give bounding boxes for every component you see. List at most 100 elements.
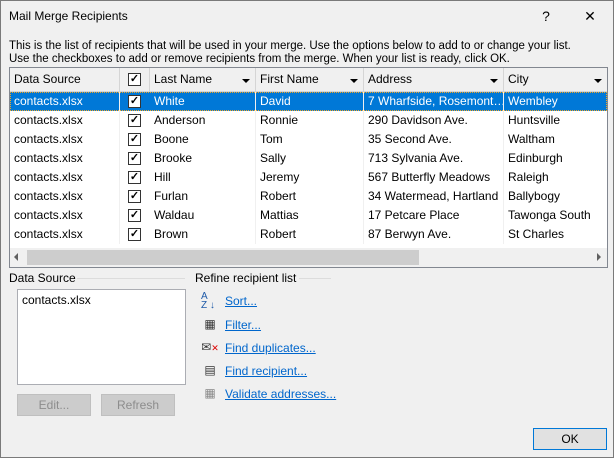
sort-link[interactable]: Sort... [225, 294, 257, 308]
find-duplicates-icon: ✉✕ [201, 340, 219, 354]
column-header-data-source[interactable]: Data Source [10, 68, 120, 92]
intro-line-2: Use the checkboxes to add or remove reci… [9, 53, 510, 65]
divider [77, 278, 185, 279]
cell-source: contacts.xlsx [10, 168, 120, 187]
column-header-select-all[interactable]: ✓ [120, 68, 150, 92]
table-row[interactable]: contacts.xlsx Brooke Sally 713 Sylvania Ave… [10, 149, 607, 168]
column-header-city[interactable]: City [504, 68, 607, 92]
horizontal-scrollbar[interactable] [10, 248, 607, 267]
cell-address: 567 Butterfly Meadows [364, 168, 504, 187]
find-recipient-icon: ▤ [204, 363, 216, 377]
table-row[interactable]: contacts.xlsx Waldau Mattias 17 Petcare Pla… [10, 206, 607, 225]
cell-city: St Charles [504, 225, 607, 244]
cell-source: contacts.xlsx [10, 149, 120, 168]
include-checkbox[interactable]: ✓ [128, 171, 141, 184]
cell-city: Tawonga South [504, 206, 607, 225]
dropdown-arrow-icon[interactable] [594, 79, 602, 83]
scroll-left-icon[interactable] [14, 253, 18, 261]
cell-source: contacts.xlsx [10, 187, 120, 206]
data-source-item[interactable]: contacts.xlsx [22, 293, 181, 307]
cell-first: Mattias [256, 206, 364, 225]
ok-button[interactable]: OK [533, 428, 607, 450]
cell-last: Boone [150, 130, 256, 149]
dropdown-arrow-icon[interactable] [242, 79, 250, 83]
include-checkbox[interactable]: ✓ [128, 133, 141, 146]
cell-last: Brooke [150, 149, 256, 168]
table-row[interactable]: contacts.xlsx Furlan Robert 34 Watermead, H… [10, 187, 607, 206]
sort-az-icon: AZ ↓ [201, 291, 215, 311]
edit-button[interactable]: Edit... [17, 394, 91, 416]
cell-last: Hill [150, 168, 256, 187]
table-row[interactable]: contacts.xlsx Boone Tom 35 Second Ave. Walth… [10, 130, 607, 149]
scrollbar-thumb[interactable] [27, 250, 419, 265]
intro-text: This is the list of recipients that will… [9, 40, 571, 66]
cell-first: David [256, 92, 364, 111]
header-label: Last Name [154, 72, 213, 86]
divider [299, 278, 331, 279]
data-source-group-label: Data Source [9, 271, 76, 285]
cell-address: 35 Second Ave. [364, 130, 504, 149]
cell-source: contacts.xlsx [10, 130, 120, 149]
cell-city: Edinburgh [504, 149, 607, 168]
cell-source: contacts.xlsx [10, 225, 120, 244]
window-title: Mail Merge Recipients [9, 9, 128, 23]
cell-source: contacts.xlsx [10, 92, 120, 111]
table-row[interactable]: contacts.xlsx Brown Robert 87 Berwyn Ave. St… [10, 225, 607, 244]
recipient-list[interactable]: Data Source ✓ Last Name First Name Addre… [9, 67, 608, 268]
help-button[interactable]: ? [526, 3, 566, 29]
refine-group-label: Refine recipient list [195, 271, 297, 285]
include-checkbox[interactable]: ✓ [128, 228, 141, 241]
cell-address: 7 Wharfside, Rosemont… [364, 92, 504, 111]
cell-last: Furlan [150, 187, 256, 206]
cell-city: Raleigh [504, 168, 607, 187]
cell-first: Robert [256, 225, 364, 244]
header-label: First Name [260, 72, 319, 86]
header-label: Data Source [14, 72, 81, 86]
close-button[interactable]: ✕ [570, 3, 610, 29]
cell-first: Sally [256, 149, 364, 168]
column-header-first-name[interactable]: First Name [256, 68, 364, 92]
select-all-checkbox[interactable]: ✓ [128, 73, 141, 86]
include-checkbox[interactable]: ✓ [128, 209, 141, 222]
find-recipient-link[interactable]: Find recipient... [225, 364, 307, 378]
table-row[interactable]: contacts.xlsx Anderson Ronnie 290 Davidson … [10, 111, 607, 130]
filter-link[interactable]: Filter... [225, 318, 261, 332]
column-header-last-name[interactable]: Last Name [150, 68, 256, 92]
include-checkbox[interactable]: ✓ [128, 95, 141, 108]
table-row[interactable]: contacts.xlsx Hill Jeremy 567 Butterfly Mea… [10, 168, 607, 187]
cell-source: contacts.xlsx [10, 206, 120, 225]
header-label: Address [368, 72, 413, 86]
cell-last: Anderson [150, 111, 256, 130]
dropdown-arrow-icon[interactable] [490, 79, 498, 83]
cell-city: Huntsville [504, 111, 607, 130]
scroll-right-icon[interactable] [597, 253, 601, 261]
cell-address: 713 Sylvania Ave. [364, 149, 504, 168]
cell-address: 17 Petcare Place [364, 206, 504, 225]
cell-first: Ronnie [256, 111, 364, 130]
cell-last: Brown [150, 225, 256, 244]
validate-addresses-icon: ▦ [204, 386, 216, 400]
cell-city: Waltham [504, 130, 607, 149]
include-checkbox[interactable]: ✓ [128, 152, 141, 165]
cell-source: contacts.xlsx [10, 111, 120, 130]
data-source-list[interactable]: contacts.xlsx [17, 289, 186, 385]
cell-address: 87 Berwyn Ave. [364, 225, 504, 244]
header-label: City [508, 72, 529, 86]
cell-first: Robert [256, 187, 364, 206]
find-duplicates-link[interactable]: Find duplicates... [225, 341, 316, 355]
cell-last: Waldau [150, 206, 256, 225]
table-row[interactable]: contacts.xlsx White David 7 Wharfside, Rose… [10, 92, 607, 111]
cell-first: Jeremy [256, 168, 364, 187]
cell-last: White [150, 92, 256, 111]
refresh-button[interactable]: Refresh [101, 394, 175, 416]
intro-line-1: This is the list of recipients that will… [9, 40, 571, 52]
include-checkbox[interactable]: ✓ [128, 114, 141, 127]
mail-merge-dialog: Mail Merge Recipients ? ✕ This is the li… [0, 0, 614, 458]
cell-city: Wembley [504, 92, 607, 111]
validate-addresses-link[interactable]: Validate addresses... [225, 387, 336, 401]
dropdown-arrow-icon[interactable] [350, 79, 358, 83]
column-header-address[interactable]: Address [364, 68, 504, 92]
include-checkbox[interactable]: ✓ [128, 190, 141, 203]
filter-icon: ▦ [204, 317, 216, 331]
cell-address: 34 Watermead, Hartland [364, 187, 504, 206]
